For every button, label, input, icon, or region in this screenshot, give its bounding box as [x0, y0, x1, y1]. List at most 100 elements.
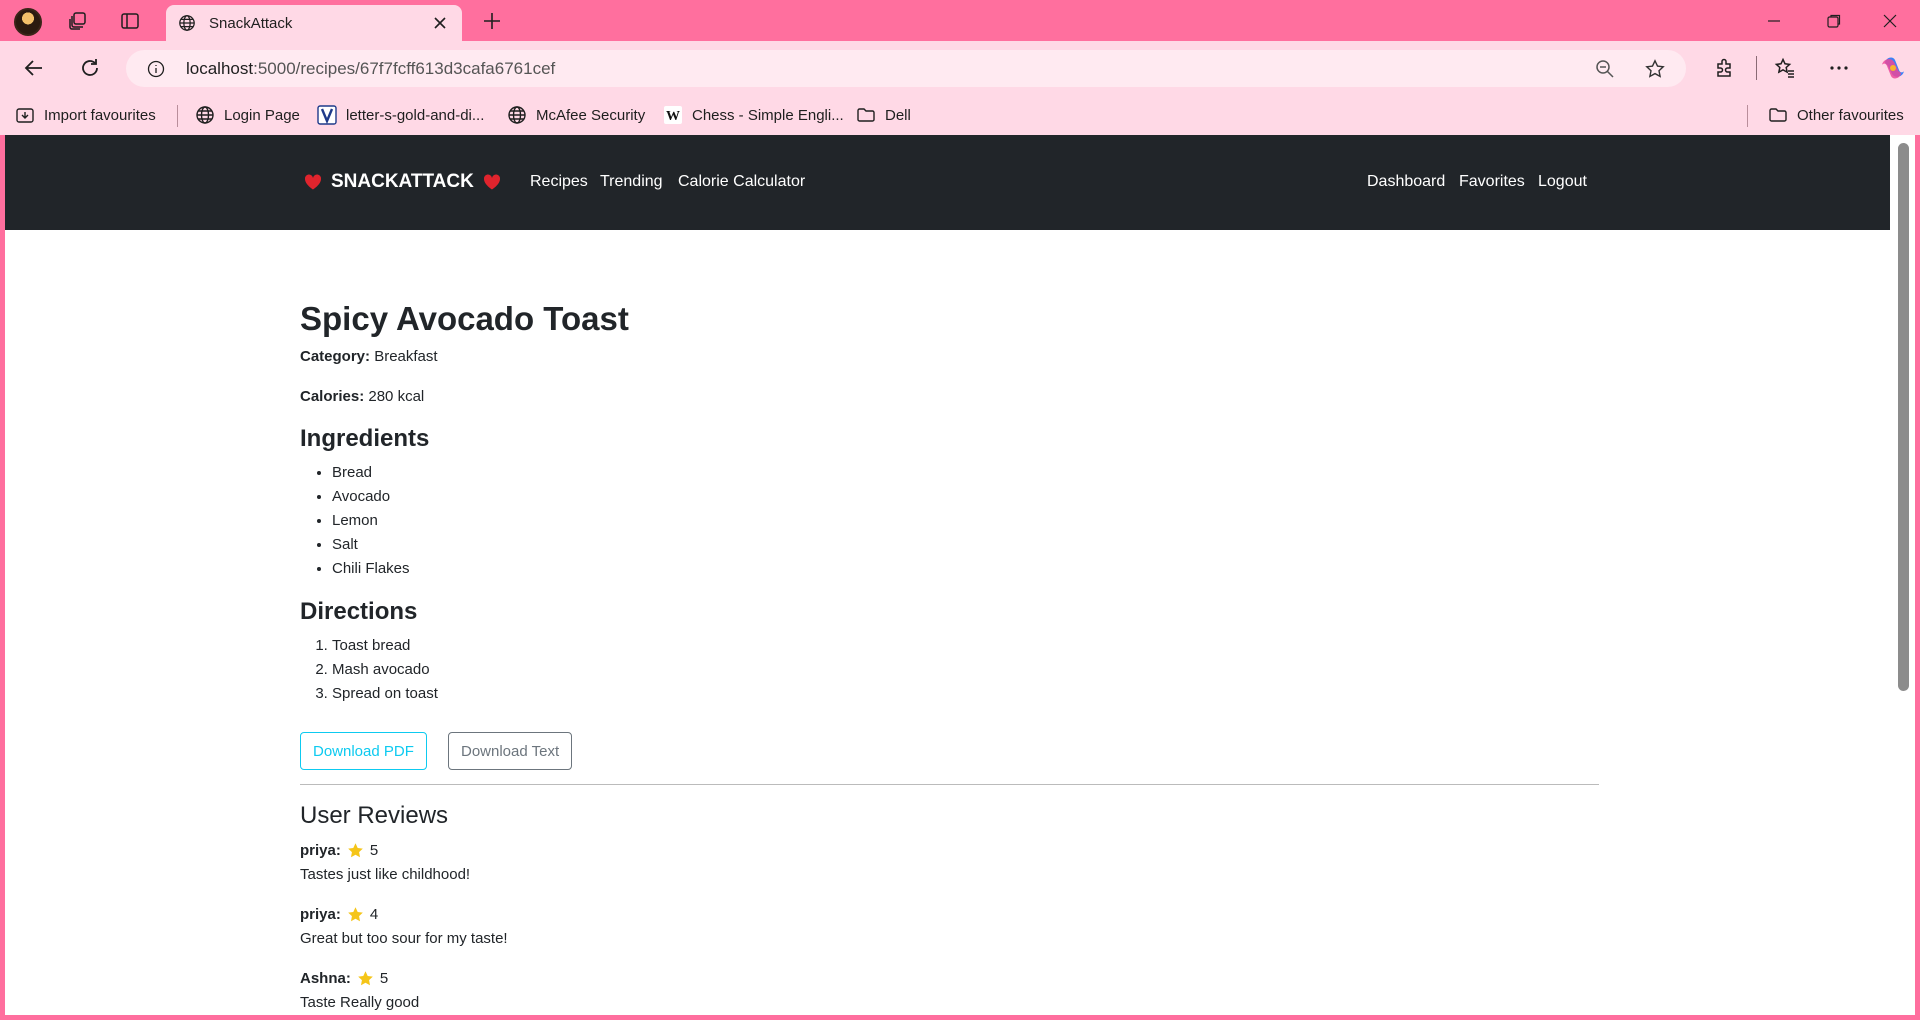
bookmark-other-favourites[interactable]: Other favourites	[1767, 95, 1904, 135]
import-icon	[14, 104, 36, 126]
review-text: Taste Really good	[300, 994, 420, 1011]
bookmark-label: letter-s-gold-and-di...	[346, 106, 485, 124]
category-value: Breakfast	[374, 348, 438, 365]
nav-favorites[interactable]: Favorites	[1459, 173, 1525, 191]
review-rating: 5	[379, 970, 389, 987]
ingredient-item: Bread	[332, 461, 410, 485]
review-user: Ashna:	[300, 970, 351, 987]
toolbar-separator	[1756, 56, 1757, 80]
calories-label: Calories:	[300, 388, 365, 405]
bookmarks-bar: Import favourites Login Page letter-s-go…	[0, 95, 1920, 135]
nav-dashboard[interactable]: Dashboard	[1367, 173, 1445, 191]
brand-logo[interactable]: SNACKATTACK	[303, 171, 510, 193]
bookmark-label: Other favourites	[1797, 106, 1904, 124]
active-tab[interactable]: SnackAttack	[166, 5, 462, 41]
tab-actions-icon[interactable]	[118, 9, 142, 33]
site-navbar: SNACKATTACK Recipes Trending Calorie Cal…	[5, 135, 1890, 230]
more-options-icon[interactable]	[1826, 55, 1852, 81]
directions-list: Toast bread Mash avocado Spread on toast	[300, 634, 438, 706]
address-bar[interactable]: localhost:5000/recipes/67f7fcff613d3cafa…	[126, 50, 1686, 87]
bookmarks-separator	[1747, 105, 1748, 127]
url-host: localhost	[186, 59, 254, 78]
review-rating: 5	[369, 842, 379, 859]
direction-step: Mash avocado	[332, 658, 438, 682]
ingredient-item: Chili Flakes	[332, 557, 410, 581]
download-text-button[interactable]: Download Text	[448, 732, 573, 770]
ingredients-list: Bread Avocado Lemon Salt Chili Flakes	[300, 461, 410, 581]
bookmark-label: Login Page	[224, 106, 300, 124]
bookmark-label: Import favourites	[44, 106, 156, 124]
profile-avatar[interactable]	[14, 8, 42, 36]
recipe-title: Spicy Avocado Toast	[300, 300, 629, 337]
review-rating: 4	[369, 906, 379, 923]
recipe-calories: Calories: 280 kcal	[300, 388, 424, 405]
review-user: priya:	[300, 842, 341, 859]
browser-toolbar: localhost:5000/recipes/67f7fcff613d3cafa…	[0, 41, 1920, 95]
globe-icon	[177, 13, 197, 33]
scrollbar-thumb[interactable]	[1898, 143, 1909, 691]
review-text: Tastes just like childhood!	[300, 866, 471, 883]
bookmark-label: Chess - Simple Engli...	[692, 106, 844, 124]
svg-text:W: W	[666, 109, 680, 124]
bookmark-dell-folder[interactable]: Dell	[855, 95, 911, 135]
nav-calorie-calculator[interactable]: Calorie Calculator	[678, 173, 805, 191]
nav-trending[interactable]: Trending	[600, 173, 663, 191]
category-label: Category:	[300, 348, 371, 365]
workspaces-icon[interactable]	[66, 9, 90, 33]
page-viewport: SNACKATTACK Recipes Trending Calorie Cal…	[5, 135, 1890, 1015]
wikipedia-icon: W	[662, 104, 684, 126]
ingredient-item: Lemon	[332, 509, 410, 533]
site-info-icon[interactable]	[146, 59, 166, 79]
bookmark-import-favourites[interactable]: Import favourites	[14, 95, 156, 135]
bookmarks-separator	[177, 105, 178, 127]
review-header: priya: 4	[300, 906, 378, 923]
bookmark-login-page[interactable]: Login Page	[194, 95, 300, 135]
bookmark-label: McAfee Security	[536, 106, 646, 124]
bookmark-letter-s-gold[interactable]: letter-s-gold-and-di...	[316, 95, 484, 135]
reload-icon[interactable]	[76, 55, 104, 81]
back-arrow-icon[interactable]	[20, 55, 48, 81]
nav-logout[interactable]: Logout	[1538, 173, 1587, 191]
review-header: Ashna: 5	[300, 970, 388, 987]
new-tab-icon[interactable]	[480, 9, 504, 33]
minimize-icon[interactable]	[1762, 10, 1786, 32]
star-icon	[348, 843, 363, 858]
folder-icon	[855, 104, 877, 126]
calories-value: 280 kcal	[368, 388, 425, 405]
nav-recipes[interactable]: Recipes	[530, 173, 588, 191]
v-logo-icon	[316, 104, 338, 126]
ingredients-heading: Ingredients	[300, 425, 430, 452]
close-window-icon[interactable]	[1878, 10, 1902, 32]
heart-icon	[304, 174, 322, 190]
direction-step: Spread on toast	[332, 682, 438, 706]
globe-icon	[506, 104, 528, 126]
restore-icon[interactable]	[1822, 10, 1846, 32]
star-icon	[358, 971, 373, 986]
brand-name: SNACKATTACK	[331, 171, 474, 192]
review-text: Great but too sour for my taste!	[300, 930, 508, 947]
copilot-icon[interactable]	[1878, 53, 1908, 83]
bookmark-mcafee-security[interactable]: McAfee Security	[506, 95, 645, 135]
ingredient-item: Avocado	[332, 485, 410, 509]
folder-icon	[1767, 104, 1789, 126]
ingredient-item: Salt	[332, 533, 410, 557]
browser-tab-bar: SnackAttack	[0, 0, 1920, 41]
close-tab-icon[interactable]	[430, 13, 450, 33]
add-favorite-star-icon[interactable]	[1644, 58, 1666, 80]
page-scrollbar[interactable]	[1890, 135, 1915, 1015]
url-text[interactable]: localhost:5000/recipes/67f7fcff613d3cafa…	[186, 59, 555, 79]
bookmark-chess-wiki[interactable]: W Chess - Simple Engli...	[662, 95, 844, 135]
zoom-out-icon[interactable]	[1594, 58, 1616, 80]
favorites-icon[interactable]	[1772, 55, 1798, 81]
recipe-category: Category: Breakfast	[300, 348, 438, 365]
reviews-heading: User Reviews	[300, 802, 449, 829]
star-icon	[348, 907, 363, 922]
tab-title: SnackAttack	[209, 14, 293, 32]
download-pdf-button[interactable]: Download PDF	[300, 732, 427, 770]
directions-heading: Directions	[300, 598, 418, 625]
bookmark-label: Dell	[885, 106, 911, 124]
extensions-icon[interactable]	[1712, 55, 1738, 81]
globe-icon	[194, 104, 216, 126]
direction-step: Toast bread	[332, 634, 438, 658]
review-user: priya:	[300, 906, 341, 923]
